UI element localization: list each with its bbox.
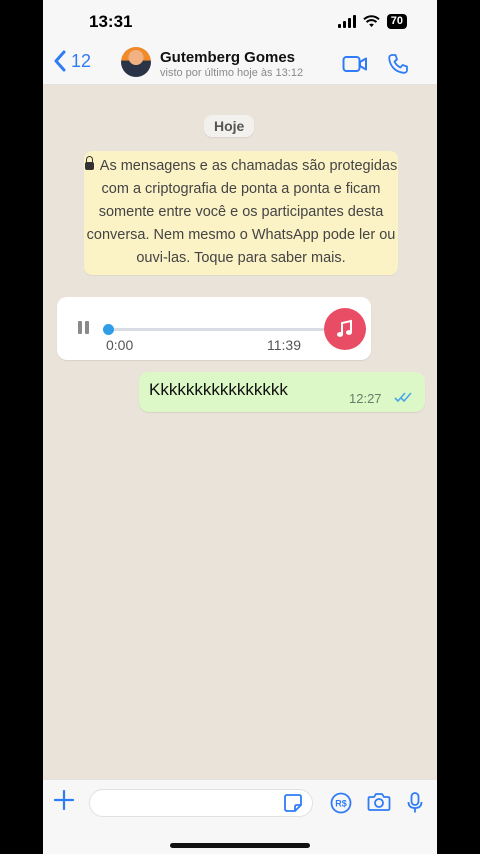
- audio-progress-handle[interactable]: [103, 324, 114, 335]
- plus-icon[interactable]: [54, 790, 74, 810]
- sticker-icon[interactable]: [283, 793, 303, 813]
- payment-icon[interactable]: R$: [330, 792, 352, 814]
- wifi-icon: [363, 15, 380, 27]
- contact-last-seen: visto por último hoje às 13:12: [160, 67, 304, 79]
- avatar[interactable]: [121, 47, 151, 77]
- pause-icon[interactable]: [78, 321, 89, 334]
- battery-indicator: 70: [386, 14, 407, 29]
- audio-progress-track[interactable]: [109, 328, 325, 331]
- message-text: Kkkkkkkkkkkkkkkk: [149, 380, 288, 399]
- encryption-notice[interactable]: As mensagens e as chamadas são protegida…: [84, 151, 398, 275]
- status-icons: 70: [337, 14, 407, 29]
- camera-icon[interactable]: [367, 792, 391, 812]
- unread-count: 12: [71, 50, 92, 71]
- message-time: 12:27: [349, 391, 382, 406]
- home-indicator[interactable]: [170, 843, 310, 848]
- voice-message-bubble[interactable]: 0:00 11:39: [57, 297, 371, 360]
- microphone-icon[interactable]: [407, 792, 423, 814]
- date-separator: Hoje: [204, 115, 255, 137]
- chat-area[interactable]: Hoje As mensagens e as chamadas são prot…: [43, 85, 437, 779]
- status-bar: 13:31 70: [43, 0, 437, 44]
- status-time: 13:31: [89, 12, 133, 31]
- contact-name[interactable]: Gutemberg Gomes: [160, 49, 295, 66]
- back-button[interactable]: 12: [53, 50, 91, 72]
- svg-text:R$: R$: [335, 799, 347, 809]
- message-input[interactable]: [89, 789, 313, 817]
- phone-call-icon[interactable]: [387, 53, 409, 75]
- outgoing-message-bubble[interactable]: Kkkkkkkkkkkkkkkk 12:27: [139, 372, 425, 412]
- lock-icon: [84, 156, 94, 170]
- music-note-icon: [324, 308, 366, 350]
- audio-duration: 11:39: [267, 337, 301, 353]
- chevron-left-icon: [54, 50, 66, 72]
- read-receipt-icon: [394, 392, 412, 403]
- chat-header: 12 Gutemberg Gomes visto por último hoje…: [43, 44, 437, 85]
- video-call-icon[interactable]: [342, 55, 368, 73]
- phone-screen: 13:31 70 12 Gutemberg Gomes visto por úl…: [43, 0, 437, 854]
- audio-elapsed-time: 0:00: [106, 337, 134, 353]
- encryption-notice-text: As mensagens e as chamadas são protegida…: [86, 158, 398, 266]
- signal-icon: [337, 15, 356, 28]
